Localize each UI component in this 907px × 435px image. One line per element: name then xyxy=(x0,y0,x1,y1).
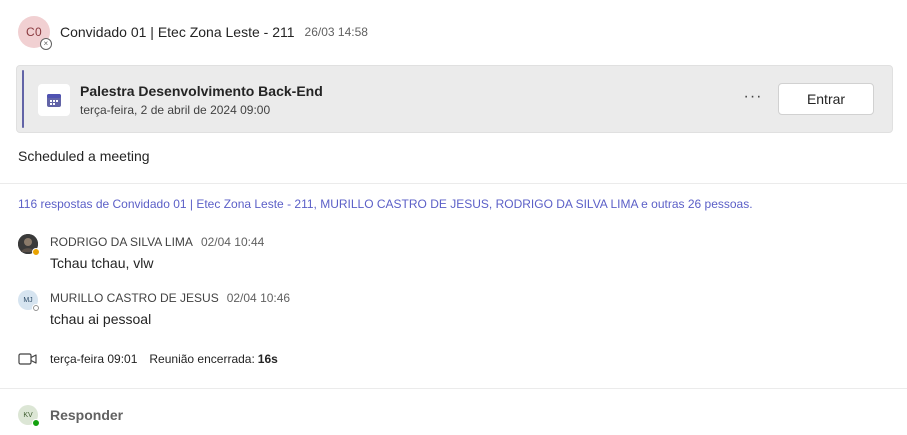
reply-text: tchau ai pessoal xyxy=(50,311,152,327)
more-options-button[interactable]: ··· xyxy=(743,88,763,108)
reply-button[interactable]: KV Responder xyxy=(18,405,124,427)
current-user-avatar: KV xyxy=(18,405,40,427)
reply-label: Responder xyxy=(50,407,124,423)
sender-avatar-initials: C0 xyxy=(26,25,42,39)
meeting-ended-row: terça-feira 09:01 Reunião encerrada: 16s xyxy=(18,350,278,368)
avatar-initials: MJ xyxy=(23,296,33,304)
meeting-duration: 16s xyxy=(257,352,278,366)
sender-name[interactable]: Convidado 01 | Etec Zona Leste - 211 xyxy=(60,24,295,40)
replies-summary-link[interactable]: 116 respostas de Convidado 01 | Etec Zon… xyxy=(18,197,753,211)
meeting-card[interactable]: Palestra Desenvolvimento Back-End terça-… xyxy=(16,65,893,133)
sender-avatar[interactable]: C0 × xyxy=(18,16,52,50)
card-accent-bar xyxy=(22,70,24,128)
presence-offline-icon: × xyxy=(40,38,52,50)
avatar-initials: KV xyxy=(23,411,33,419)
reply-time: 02/04 10:44 xyxy=(200,235,265,249)
join-meeting-button[interactable]: Entrar xyxy=(778,83,874,115)
divider xyxy=(0,388,907,389)
message-text: Scheduled a meeting xyxy=(18,148,150,164)
presence-away-icon xyxy=(32,248,40,256)
reply-text: Tchau tchau, vlw xyxy=(50,255,154,271)
reply-author: RODRIGO DA SILVA LIMA 02/04 10:44 xyxy=(50,235,264,249)
user-photo-avatar[interactable] xyxy=(18,234,40,256)
presence-offline-icon xyxy=(32,304,40,312)
reply-author-name[interactable]: RODRIGO DA SILVA LIMA xyxy=(50,235,193,249)
post-timestamp: 26/03 14:58 xyxy=(304,25,368,39)
meeting-datetime: terça-feira, 2 de abril de 2024 09:00 xyxy=(80,103,271,117)
divider xyxy=(0,183,907,184)
reply-author-name[interactable]: MURILLO CASTRO DE JESUS xyxy=(50,291,219,305)
post-header: C0 × Convidado 01 | Etec Zona Leste - 21… xyxy=(18,16,368,50)
presence-available-icon xyxy=(32,419,40,427)
reply-author: MURILLO CASTRO DE JESUS 02/04 10:46 xyxy=(50,291,290,305)
meeting-title[interactable]: Palestra Desenvolvimento Back-End xyxy=(80,83,323,99)
user-initials-avatar[interactable]: MJ xyxy=(18,290,40,312)
reply-time: 02/04 10:46 xyxy=(226,291,291,305)
video-camera-icon xyxy=(18,353,37,365)
meeting-ended-label: Reunião encerrada: xyxy=(149,352,255,366)
calendar-icon xyxy=(38,84,70,116)
meeting-ended-time: terça-feira 09:01 xyxy=(50,352,138,366)
